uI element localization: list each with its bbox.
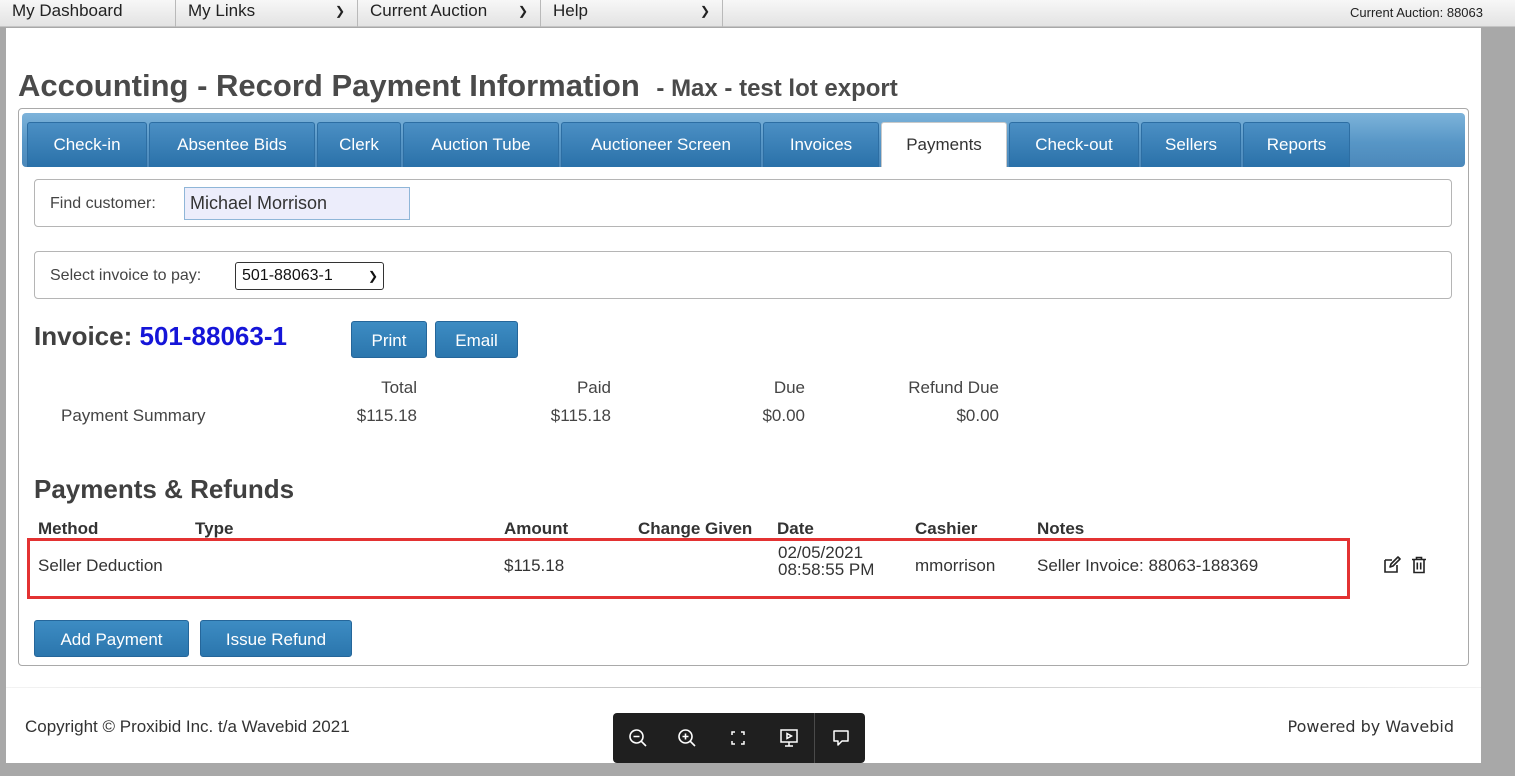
invoice-select[interactable]: 501-88063-1 ❯ xyxy=(235,262,384,290)
select-invoice-label: Select invoice to pay: xyxy=(50,267,202,284)
nav-my-dashboard-label: My Dashboard xyxy=(12,1,123,20)
payment-cashier: mmorrison xyxy=(915,556,996,575)
copyright-text: Copyright © Proxibid Inc. t/a Wavebid 20… xyxy=(25,717,350,736)
invoice-heading: Invoice: 501-88063-1 xyxy=(34,321,287,352)
tab-absentee-bids[interactable]: Absentee Bids xyxy=(149,122,315,167)
payment-date: 02/05/2021 08:58:55 PM xyxy=(778,544,874,578)
page-content: Accounting - Record Payment Information … xyxy=(6,28,1481,763)
summary-header-due: Due xyxy=(773,378,805,397)
summary-due-value: $0.00 xyxy=(762,406,805,425)
powered-by-text: Powered by Wavebid xyxy=(1287,717,1455,736)
tab-check-out[interactable]: Check-out xyxy=(1009,122,1139,167)
tab-clerk[interactable]: Clerk xyxy=(317,122,401,167)
nav-my-dashboard[interactable]: My Dashboard xyxy=(0,0,176,27)
nav-current-auction[interactable]: Current Auction ❯ xyxy=(358,0,541,27)
col-amount: Amount xyxy=(504,519,569,538)
tab-invoices[interactable]: Invoices xyxy=(763,122,879,167)
payment-summary-label: Payment Summary xyxy=(61,406,206,425)
chevron-down-icon: ❯ xyxy=(334,4,345,18)
summary-refund-due-value: $0.00 xyxy=(956,406,999,425)
email-button[interactable]: Email xyxy=(435,321,518,358)
comment-icon[interactable] xyxy=(829,726,853,750)
edit-icon[interactable] xyxy=(1382,555,1402,575)
tab-check-in[interactable]: Check-in xyxy=(27,122,147,167)
invoice-number: 501-88063-1 xyxy=(139,321,287,351)
tab-sellers[interactable]: Sellers xyxy=(1141,122,1241,167)
nav-my-links[interactable]: My Links ❯ xyxy=(176,0,358,27)
col-date: Date xyxy=(777,519,814,538)
select-invoice-box: Select invoice to pay: 501-88063-1 ❯ xyxy=(34,251,1452,299)
tab-payments[interactable]: Payments xyxy=(881,122,1007,167)
page-subtitle: - Max - test lot export xyxy=(656,75,898,102)
viewer-toolbar xyxy=(613,713,865,763)
col-cashier: Cashier xyxy=(915,519,978,538)
nav-current-auction-label: Current Auction xyxy=(370,1,488,20)
tab-reports[interactable]: Reports xyxy=(1243,122,1350,167)
tab-auctioneer-screen[interactable]: Auctioneer Screen xyxy=(561,122,761,167)
fit-screen-icon[interactable] xyxy=(726,726,750,750)
nav-my-links-label: My Links xyxy=(188,1,256,20)
present-icon[interactable] xyxy=(777,726,801,750)
summary-header-paid: Paid xyxy=(576,378,611,397)
col-notes: Notes xyxy=(1037,519,1085,538)
zoom-in-icon[interactable] xyxy=(675,726,699,750)
nav-help[interactable]: Help ❯ xyxy=(541,0,723,27)
col-method: Method xyxy=(38,519,99,538)
add-payment-button[interactable]: Add Payment xyxy=(34,620,189,657)
payment-date-time: 08:58:55 PM xyxy=(778,560,875,579)
invoice-prefix: Invoice: xyxy=(34,321,133,351)
summary-paid-value: $115.18 xyxy=(550,406,611,425)
current-auction-indicator: Current Auction: 88063 xyxy=(1350,5,1483,20)
summary-header-refund-due: Refund Due xyxy=(908,378,999,397)
summary-total-value: $115.18 xyxy=(356,406,417,425)
tab-auction-tube[interactable]: Auction Tube xyxy=(403,122,559,167)
print-button[interactable]: Print xyxy=(351,321,427,358)
zoom-out-icon[interactable] xyxy=(626,726,650,750)
nav-help-label: Help xyxy=(553,1,588,20)
find-customer-input[interactable] xyxy=(184,187,410,220)
footer-divider xyxy=(6,687,1481,688)
chevron-down-icon: ❯ xyxy=(699,4,710,18)
payments-refunds-heading: Payments & Refunds xyxy=(34,474,295,504)
payment-method: Seller Deduction xyxy=(38,556,163,575)
payments-panel: Check-in Absentee Bids Clerk Auction Tub… xyxy=(18,108,1469,666)
issue-refund-button[interactable]: Issue Refund xyxy=(200,620,352,657)
delete-icon[interactable] xyxy=(1409,555,1429,575)
invoice-select-value: 501-88063-1 xyxy=(242,267,333,284)
summary-header-total: Total xyxy=(381,378,417,397)
payment-date-day: 02/05/2021 xyxy=(778,543,864,562)
col-type: Type xyxy=(195,519,234,538)
payment-notes: Seller Invoice: 88063-188369 xyxy=(1037,556,1259,575)
page-title-text: Accounting - Record Payment Information xyxy=(18,68,640,103)
top-navigation-bar: My Dashboard My Links ❯ Current Auction … xyxy=(0,0,1515,27)
chevron-down-icon: ❯ xyxy=(367,269,378,283)
find-customer-label: Find customer: xyxy=(50,195,156,212)
payment-amount: $115.18 xyxy=(504,556,565,575)
tab-bar: Check-in Absentee Bids Clerk Auction Tub… xyxy=(22,113,1465,167)
toolbar-separator xyxy=(814,713,815,763)
find-customer-box: Find customer: xyxy=(34,179,1452,227)
page-title: Accounting - Record Payment Information … xyxy=(18,68,898,104)
chevron-down-icon: ❯ xyxy=(517,4,528,18)
col-change-given: Change Given xyxy=(638,519,753,538)
